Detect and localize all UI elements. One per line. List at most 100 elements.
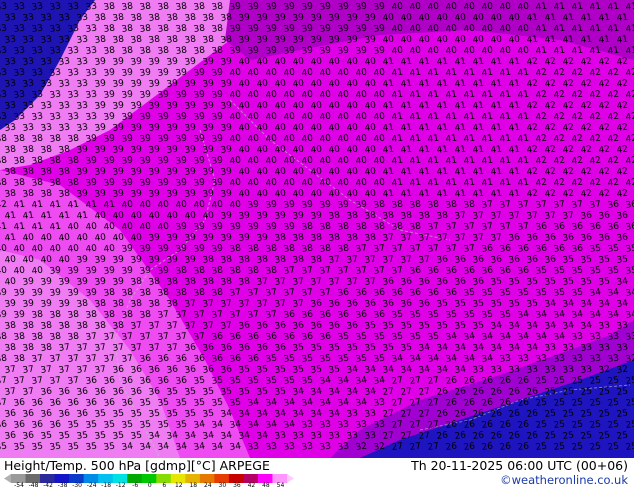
contour-label: 39 xyxy=(346,34,359,46)
contour-label: 36 xyxy=(103,397,116,409)
contour-label: 36 xyxy=(139,353,152,365)
contour-label: 39 xyxy=(175,243,188,255)
contour-label: 38 xyxy=(238,276,251,288)
contour-label: 39 xyxy=(130,254,143,266)
contour-label: 36 xyxy=(247,353,260,365)
contour-label: 42 xyxy=(607,177,620,188)
contour-label: 41 xyxy=(454,188,467,199)
contour-label: 41 xyxy=(454,100,467,111)
contour-label: 39 xyxy=(256,232,269,244)
contour-label: 38 xyxy=(13,133,26,145)
contour-label: 33 xyxy=(31,23,44,34)
contour-label: 40 xyxy=(103,221,116,233)
colorbar-tick-label: 12 xyxy=(174,482,183,489)
contour-label: 35 xyxy=(58,430,71,441)
contour-label: 38 xyxy=(13,353,26,365)
contour-label: 41 xyxy=(418,144,431,155)
contour-label: 41 xyxy=(508,166,521,177)
contour-label: 39 xyxy=(337,45,350,57)
contour-label: 39 xyxy=(229,45,242,57)
contour-label: 40 xyxy=(508,12,521,24)
contour-label: 37 xyxy=(4,386,17,397)
contour-label: 41 xyxy=(85,199,98,210)
contour-label: 39 xyxy=(220,166,233,178)
contour-label: 36 xyxy=(445,287,458,299)
contour-label: 34 xyxy=(328,408,341,420)
contour-label: 37 xyxy=(67,353,80,364)
contour-label: 38 xyxy=(58,166,71,178)
contour-label: 35 xyxy=(283,375,296,386)
contour-label: 33 xyxy=(13,67,26,78)
contour-label: 33 xyxy=(283,441,296,452)
contour-label: 25 xyxy=(535,441,548,452)
contour-label: 26 xyxy=(499,441,512,453)
contour-label: 40 xyxy=(391,45,404,57)
color-legend-ticks: -54 -48 -42 -38 -30 -24 -18 -12 -6 0 6 12 18 24 30 36 42… xyxy=(4,482,294,490)
contour-label: 39 xyxy=(157,177,170,189)
colorbar-tick-label: 42 xyxy=(247,482,256,489)
contour-label: 42 xyxy=(616,188,629,199)
contour-label: 25 xyxy=(598,408,611,419)
contour-label: 39 xyxy=(121,133,134,145)
contour-label: 34 xyxy=(346,386,359,398)
contour-label: 27 xyxy=(409,441,422,452)
contour-label: 34 xyxy=(463,331,476,343)
contour-label: 39 xyxy=(130,78,143,90)
contour-label: 38 xyxy=(40,144,53,156)
contour-label: 41 xyxy=(454,122,467,133)
contour-label: 33 xyxy=(49,1,62,12)
contour-label: 42 xyxy=(571,155,584,166)
contour-label: 40 xyxy=(247,89,260,101)
contour-label: 33 xyxy=(58,100,71,111)
colorbar-tick-label: 6 xyxy=(162,482,167,489)
contour-label: 39 xyxy=(94,276,107,288)
contour-label: 35 xyxy=(175,397,188,408)
contour-label: 25 xyxy=(625,441,634,452)
contour-label: 38 xyxy=(94,12,107,24)
contour-label: 39 xyxy=(211,221,224,233)
contour-label: 38 xyxy=(130,12,143,24)
contour-label: 40 xyxy=(337,67,350,79)
contour-label: 33 xyxy=(589,353,602,364)
contour-label: 40 xyxy=(310,122,323,134)
contour-label: 38 xyxy=(121,287,134,299)
contour-label: 35 xyxy=(454,298,467,309)
contour-label: 33 xyxy=(607,331,620,342)
contour-label: 41 xyxy=(76,210,89,221)
contour-label: 38 xyxy=(220,12,233,24)
colorbar-tick-label: -30 xyxy=(72,482,82,489)
contour-label: 25 xyxy=(562,430,575,441)
contour-label: 35 xyxy=(436,320,449,331)
contour-label: 38 xyxy=(85,309,98,321)
contour-label: 34 xyxy=(625,287,634,299)
colorbar-tick-label: 54 xyxy=(276,482,285,489)
contour-label: 34 xyxy=(481,331,494,343)
contour-label: 35 xyxy=(238,386,251,397)
contour-label: 35 xyxy=(193,375,206,386)
contour-label: 37 xyxy=(571,199,584,210)
contour-label: 35 xyxy=(553,265,566,276)
contour-label: 40 xyxy=(265,133,278,145)
contour-label: 33 xyxy=(544,342,557,353)
contour-label: 39 xyxy=(112,188,125,200)
contour-label: 34 xyxy=(211,419,224,431)
contour-label: 35 xyxy=(0,441,8,452)
contour-label: 38 xyxy=(58,144,71,156)
contour-label: 36 xyxy=(346,298,359,310)
contour-label: 40 xyxy=(310,144,323,156)
contour-label: 34 xyxy=(409,353,422,365)
contour-label: 34 xyxy=(364,364,377,376)
contour-label: 40 xyxy=(274,166,287,178)
contour-label: 36 xyxy=(418,276,431,288)
contour-label: 38 xyxy=(202,34,215,46)
contour-label: 35 xyxy=(337,331,350,342)
contour-label: 39 xyxy=(301,1,314,13)
contour-label: 38 xyxy=(148,12,161,24)
credit-link[interactable]: ©weatheronline.co.uk xyxy=(500,473,628,487)
contour-label: 37 xyxy=(364,254,377,265)
contour-label: 41 xyxy=(598,12,611,23)
contour-label: 36 xyxy=(328,320,341,332)
contour-label: 39 xyxy=(103,155,116,167)
contour-label: 40 xyxy=(364,122,377,134)
contour-label: 41 xyxy=(517,133,530,144)
